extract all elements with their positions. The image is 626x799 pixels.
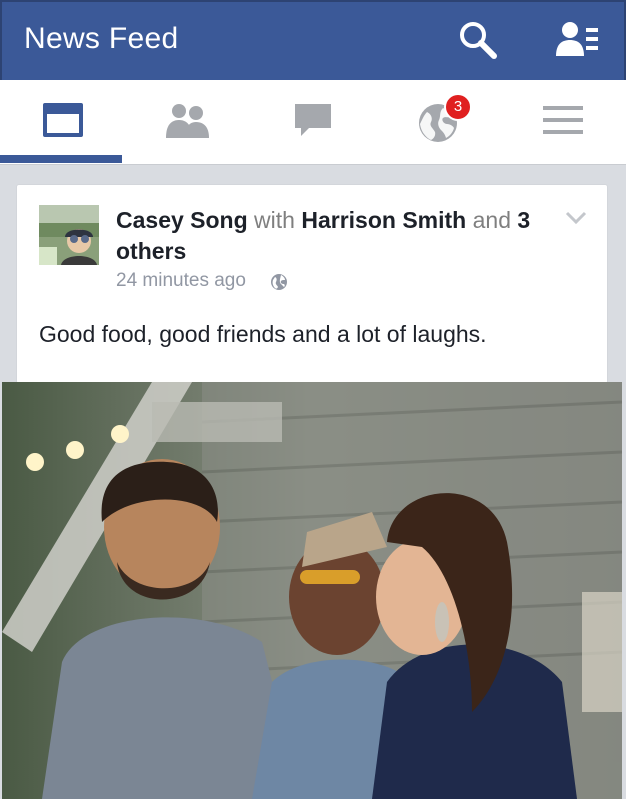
friend-requests-button[interactable] <box>554 18 598 62</box>
tab-news-feed[interactable] <box>0 80 125 165</box>
tagged-friend[interactable]: Harrison Smith <box>301 207 466 233</box>
tab-messages[interactable] <box>250 80 375 165</box>
news-feed-icon <box>42 103 83 137</box>
post-message: Good food, good friends and a lot of lau… <box>39 321 487 347</box>
tab-friends[interactable] <box>125 80 250 165</box>
search-button[interactable] <box>456 18 500 62</box>
with-text: with <box>254 207 295 233</box>
search-icon <box>460 22 497 59</box>
author-name[interactable]: Casey Song <box>116 207 248 233</box>
friends-icon <box>165 104 209 138</box>
post-photo[interactable] <box>2 382 622 799</box>
top-bar: News Feed <box>0 0 626 80</box>
privacy-globe-icon <box>271 274 287 290</box>
messages-icon <box>294 104 331 136</box>
post-card: Casey Song with Harrison Smith and 3 oth… <box>16 184 608 384</box>
menu-icon <box>542 106 583 134</box>
tab-bar <box>0 80 626 165</box>
tab-notifications[interactable] <box>375 80 500 165</box>
and-text: and <box>472 207 511 233</box>
post-header: Casey Song with Harrison Smith and 3 oth… <box>116 205 546 267</box>
friend-requests-icon <box>556 22 598 56</box>
post-timestamp[interactable]: 24 minutes ago <box>116 270 246 292</box>
notification-badge: 3 <box>444 93 472 121</box>
page-title: News Feed <box>24 22 179 55</box>
chevron-down-icon[interactable] <box>565 211 587 225</box>
avatar[interactable] <box>39 205 99 265</box>
active-tab-indicator <box>0 155 122 163</box>
tab-more[interactable] <box>500 80 625 165</box>
